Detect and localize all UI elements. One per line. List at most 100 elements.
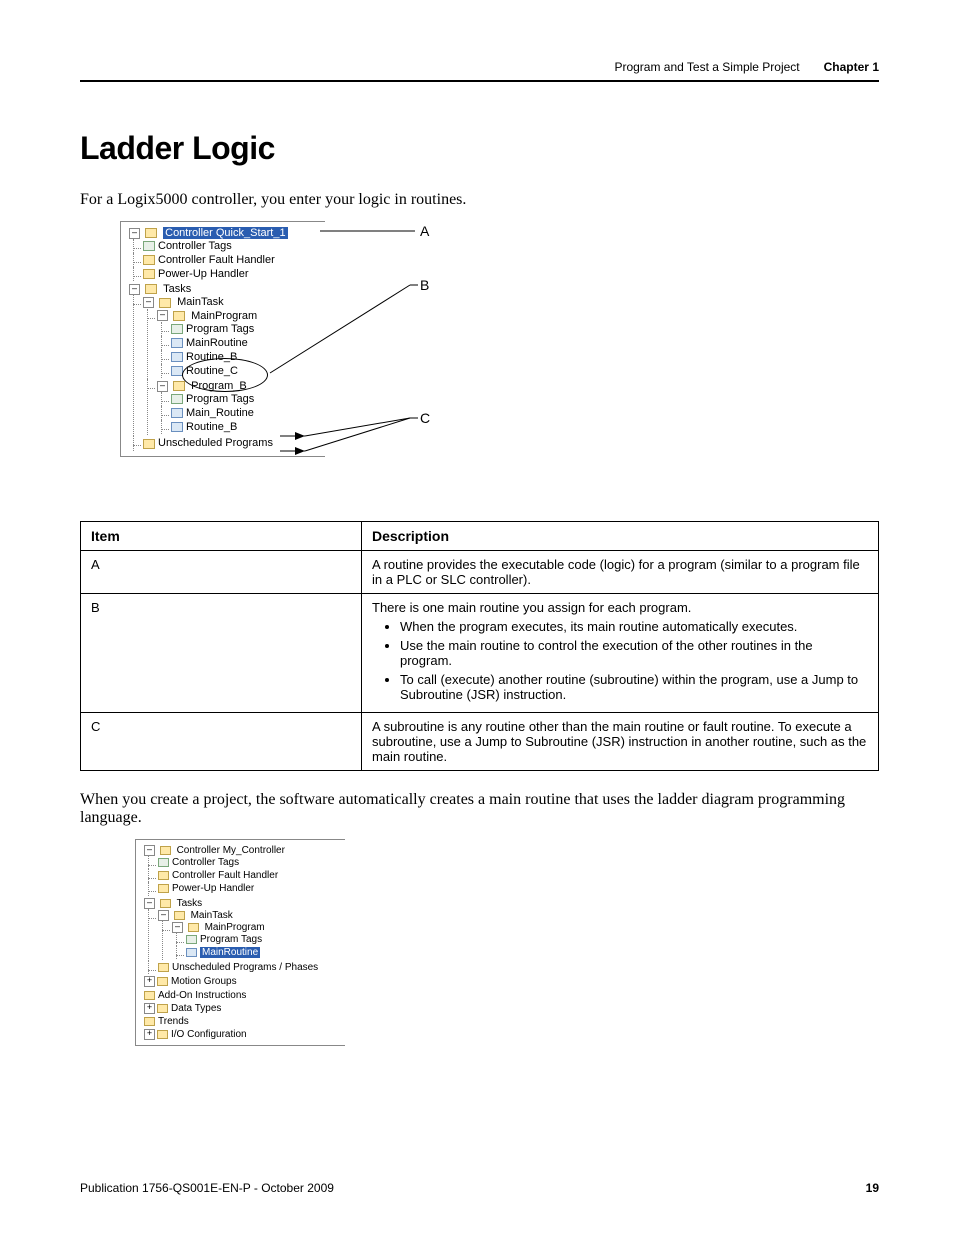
tag-icon bbox=[158, 858, 169, 867]
tree-item: Program Tags bbox=[200, 934, 262, 945]
collapse-icon: – bbox=[158, 910, 169, 921]
folder-icon bbox=[145, 284, 157, 294]
tree-item: MainProgram bbox=[205, 922, 265, 933]
tree-item: Routine_C bbox=[186, 365, 238, 377]
tree-root: Controller My_Controller bbox=[177, 845, 285, 856]
collapse-icon: – bbox=[172, 922, 183, 933]
body-paragraph: When you create a project, the software … bbox=[80, 791, 879, 827]
collapse-icon: – bbox=[157, 381, 168, 392]
tree-item: Program Tags bbox=[186, 393, 254, 405]
folder-icon bbox=[158, 871, 169, 880]
header-rule bbox=[80, 80, 879, 82]
folder-icon bbox=[157, 977, 168, 986]
page-number: 19 bbox=[866, 1181, 879, 1195]
tree-item: Controller Fault Handler bbox=[158, 254, 275, 266]
folder-icon bbox=[160, 846, 171, 855]
folder-icon bbox=[158, 963, 169, 972]
routine-icon bbox=[171, 338, 183, 348]
tag-icon bbox=[171, 324, 183, 334]
collapse-icon: – bbox=[129, 228, 140, 239]
callout-b: B bbox=[420, 277, 429, 293]
description-table: Item Description A A routine provides th… bbox=[80, 521, 879, 771]
routine-icon bbox=[171, 366, 183, 376]
tag-icon bbox=[171, 394, 183, 404]
bullet: Use the main routine to control the exec… bbox=[400, 638, 868, 668]
folder-icon bbox=[158, 884, 169, 893]
collapse-icon: – bbox=[157, 310, 168, 321]
cell-desc: A subroutine is any routine other than t… bbox=[362, 713, 879, 771]
folder-icon bbox=[144, 991, 155, 1000]
tree-item: Routine_B bbox=[186, 351, 237, 363]
tree-item: Tasks bbox=[177, 898, 203, 909]
intro-text: For a Logix5000 controller, you enter yo… bbox=[80, 191, 879, 209]
table-row: A A routine provides the executable code… bbox=[81, 551, 879, 594]
row-b-intro: There is one main routine you assign for… bbox=[372, 600, 691, 615]
tree-item: Controller Tags bbox=[158, 240, 232, 252]
expand-icon: + bbox=[144, 976, 155, 987]
tree-item: MainProgram bbox=[191, 310, 257, 322]
folder-icon bbox=[160, 899, 171, 908]
tree-item: Program Tags bbox=[186, 323, 254, 335]
routine-icon bbox=[171, 408, 183, 418]
routine-icon bbox=[186, 948, 197, 957]
cell-desc: There is one main routine you assign for… bbox=[362, 594, 879, 713]
program-icon bbox=[173, 381, 185, 391]
section-title: Ladder Logic bbox=[80, 130, 879, 167]
tree-item: Power-Up Handler bbox=[172, 883, 254, 894]
tree-item: Controller Tags bbox=[172, 857, 239, 868]
program-icon bbox=[173, 311, 185, 321]
tree-item: Trends bbox=[158, 1016, 189, 1027]
cell-desc: A routine provides the executable code (… bbox=[362, 551, 879, 594]
chapter-label: Chapter 1 bbox=[824, 60, 879, 74]
tree-item: Tasks bbox=[163, 283, 191, 295]
tag-icon bbox=[186, 935, 197, 944]
tree-item: MainRoutine bbox=[186, 337, 248, 349]
folder-icon bbox=[145, 228, 157, 238]
folder-icon bbox=[144, 1017, 155, 1026]
cell-item: B bbox=[81, 594, 362, 713]
program-icon bbox=[188, 923, 199, 932]
tree-panel-2: – Controller My_Controller Controller Ta… bbox=[135, 839, 345, 1046]
task-icon bbox=[159, 298, 171, 308]
publication-id: Publication 1756-QS001E-EN-P - October 2… bbox=[80, 1181, 334, 1195]
tree-item: Main_Routine bbox=[186, 407, 254, 419]
tree-panel-1: – Controller Quick_Start_1 Controller Ta… bbox=[120, 221, 325, 457]
breadcrumb: Program and Test a Simple Project bbox=[614, 60, 799, 74]
folder-icon bbox=[143, 439, 155, 449]
bullet: When the program executes, its main rout… bbox=[400, 619, 868, 634]
tree-item: Motion Groups bbox=[171, 976, 237, 987]
bullet: To call (execute) another routine (subro… bbox=[400, 672, 868, 702]
tree-item: Power-Up Handler bbox=[158, 268, 248, 280]
routine-icon bbox=[171, 422, 183, 432]
th-desc: Description bbox=[362, 522, 879, 551]
table-row: B There is one main routine you assign f… bbox=[81, 594, 879, 713]
folder-icon bbox=[157, 1030, 168, 1039]
expand-icon: + bbox=[144, 1029, 155, 1040]
routine-icon bbox=[171, 352, 183, 362]
tree-item: Data Types bbox=[171, 1003, 221, 1014]
folder-icon bbox=[157, 1004, 168, 1013]
tree-item: Unscheduled Programs bbox=[158, 438, 273, 450]
tree-item: MainTask bbox=[177, 297, 223, 309]
page-footer: Publication 1756-QS001E-EN-P - October 2… bbox=[80, 1181, 879, 1195]
table-row: C A subroutine is any routine other than… bbox=[81, 713, 879, 771]
tag-icon bbox=[143, 241, 155, 251]
figure-2: – Controller My_Controller Controller Ta… bbox=[135, 839, 879, 1046]
tree-item: Add-On Instructions bbox=[158, 990, 246, 1001]
callout-c: C bbox=[420, 410, 430, 426]
collapse-icon: – bbox=[144, 898, 155, 909]
collapse-icon: – bbox=[144, 845, 155, 856]
folder-icon bbox=[143, 269, 155, 279]
tree-root: Controller Quick_Start_1 bbox=[163, 227, 287, 239]
task-icon bbox=[174, 911, 185, 920]
expand-icon: + bbox=[144, 1003, 155, 1014]
th-item: Item bbox=[81, 522, 362, 551]
cell-item: C bbox=[81, 713, 362, 771]
collapse-icon: – bbox=[129, 284, 140, 295]
tree-item: I/O Configuration bbox=[171, 1029, 247, 1040]
folder-icon bbox=[143, 255, 155, 265]
tree-item: Program_B bbox=[191, 380, 247, 392]
tree-item: Controller Fault Handler bbox=[172, 870, 278, 881]
collapse-icon: – bbox=[143, 297, 154, 308]
figure-1: – Controller Quick_Start_1 Controller Ta… bbox=[120, 221, 879, 481]
